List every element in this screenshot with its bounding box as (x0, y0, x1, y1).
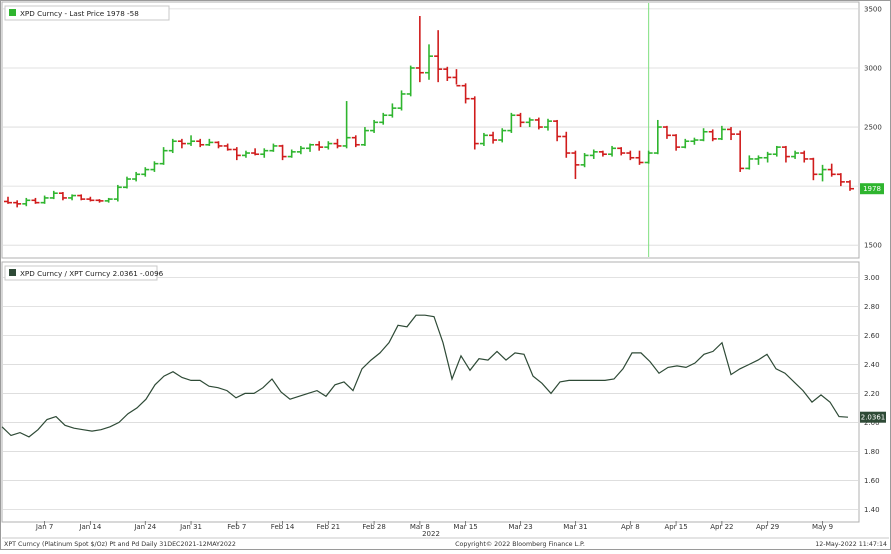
x-tick-label: Feb 7 (227, 523, 246, 531)
ratio-legend-text: XPD Curncy / XPT Curncy 2.0361 -.0096 (20, 269, 164, 278)
footer-right: 12-May-2022 11:47:14 (815, 541, 887, 548)
ratio-last-value-label: 2.0361 (861, 414, 886, 422)
ratio-y-tick-label: 2.20 (864, 390, 880, 398)
price-legend-text: XPD Curncy - Last Price 1978 -58 (20, 9, 139, 18)
price-legend-swatch (9, 9, 16, 16)
price-last-value-label: 1978 (863, 185, 881, 193)
x-tick-label: May 9 (812, 523, 833, 531)
ratio-y-tick-label: 2.80 (864, 303, 880, 311)
x-tick-label: Mar 15 (453, 523, 477, 531)
x-tick-label: Jan 7 (35, 523, 53, 531)
ratio-y-ticks: 1.401.601.802.002.202.402.602.803.00 (864, 274, 880, 514)
ratio-y-tick-label: 1.60 (864, 477, 880, 485)
x-tick-label: Feb 28 (362, 523, 386, 531)
ratio-last-value: 2.0361 (860, 411, 886, 423)
x-tick-label: Mar 23 (508, 523, 532, 531)
price-y-tick-label: 3500 (864, 5, 882, 13)
footer-center: Copyright© 2022 Bloomberg Finance L.P. (455, 540, 585, 548)
x-tick-label: Apr 8 (621, 523, 640, 531)
x-tick-label: Feb 14 (271, 523, 295, 531)
ratio-panel-frame (1, 261, 860, 523)
ratio-y-tick-label: 2.40 (864, 361, 880, 369)
ratio-legend-swatch (9, 269, 16, 276)
x-tick-label: Feb 21 (317, 523, 341, 531)
ratio-panel: 1.401.601.802.002.202.402.602.803.00 XPD… (1, 261, 886, 523)
ratio-y-tick-label: 3.00 (864, 274, 880, 282)
price-panel: 15002000250030003500 XPD Curncy - Last P… (1, 1, 884, 259)
x-tick-label: Apr 15 (664, 523, 687, 531)
price-legend: XPD Curncy - Last Price 1978 -58 (4, 5, 170, 21)
x-tick-label: Jan 24 (133, 523, 156, 531)
ratio-y-tick-label: 1.80 (864, 448, 880, 456)
x-tick-label: Apr 22 (710, 523, 733, 531)
ratio-legend: XPD Curncy / XPT Curncy 2.0361 -.0096 (4, 265, 164, 281)
price-y-tick-label: 2500 (864, 124, 882, 132)
price-last-value: 1978 (860, 183, 884, 195)
price-y-tick-label: 1500 (864, 242, 882, 250)
price-y-tick-label: 3000 (864, 64, 882, 72)
x-tick-label: Mar 31 (563, 523, 587, 531)
chart-root: 15002000250030003500 XPD Curncy - Last P… (0, 0, 891, 550)
x-tick-label: Jan 31 (179, 523, 202, 531)
ratio-y-tick-label: 1.40 (864, 506, 880, 514)
x-tick-label: Jan 14 (78, 523, 101, 531)
ratio-y-tick-label: 2.60 (864, 332, 880, 340)
chart-svg: 15002000250030003500 XPD Curncy - Last P… (0, 0, 891, 550)
footer-left: XPT Curncy (Platinum Spot $/Oz) Pt and P… (4, 541, 236, 548)
x-axis-year: 2022 (422, 530, 440, 538)
x-tick-label: Apr 29 (756, 523, 779, 531)
